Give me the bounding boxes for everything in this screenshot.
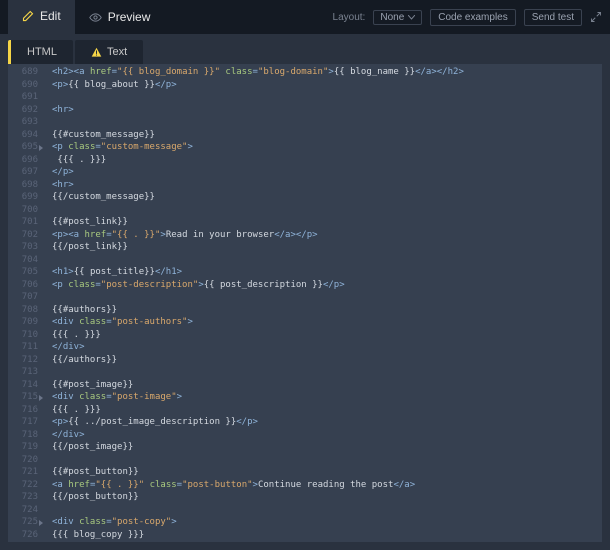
warning-icon xyxy=(91,47,102,58)
code-content[interactable]: <h2><a href="{{ blog_domain }}" class="b… xyxy=(44,64,602,542)
eye-icon xyxy=(89,11,102,24)
code-editor[interactable]: 6896906916926936946956966976986997007017… xyxy=(8,64,602,542)
preview-tab-label: Preview xyxy=(108,10,151,24)
expand-icon[interactable] xyxy=(590,11,602,23)
edit-tab-label: Edit xyxy=(40,9,61,23)
layout-value: None xyxy=(380,12,404,23)
code-examples-button[interactable]: Code examples xyxy=(430,9,515,26)
html-subtab-label: HTML xyxy=(27,46,57,58)
pencil-icon xyxy=(22,10,34,22)
layout-label: Layout: xyxy=(333,12,366,23)
send-test-button[interactable]: Send test xyxy=(524,9,582,26)
preview-tab[interactable]: Preview xyxy=(75,0,165,34)
content-area: HTML Text 689690691692693694695696697698… xyxy=(0,34,610,550)
text-subtab-label: Text xyxy=(107,46,127,58)
line-gutter: 6896906916926936946956966976986997007017… xyxy=(8,64,44,542)
html-subtab[interactable]: HTML xyxy=(8,40,73,64)
subtabs: HTML Text xyxy=(0,34,610,64)
topbar-right: Layout: None Code examples Send test xyxy=(333,9,602,26)
chevron-down-icon xyxy=(408,15,415,20)
layout-select[interactable]: None xyxy=(373,10,422,25)
topbar: Edit Preview Layout: None Code examples … xyxy=(0,0,610,34)
text-subtab[interactable]: Text xyxy=(75,40,143,64)
edit-tab[interactable]: Edit xyxy=(8,0,75,34)
